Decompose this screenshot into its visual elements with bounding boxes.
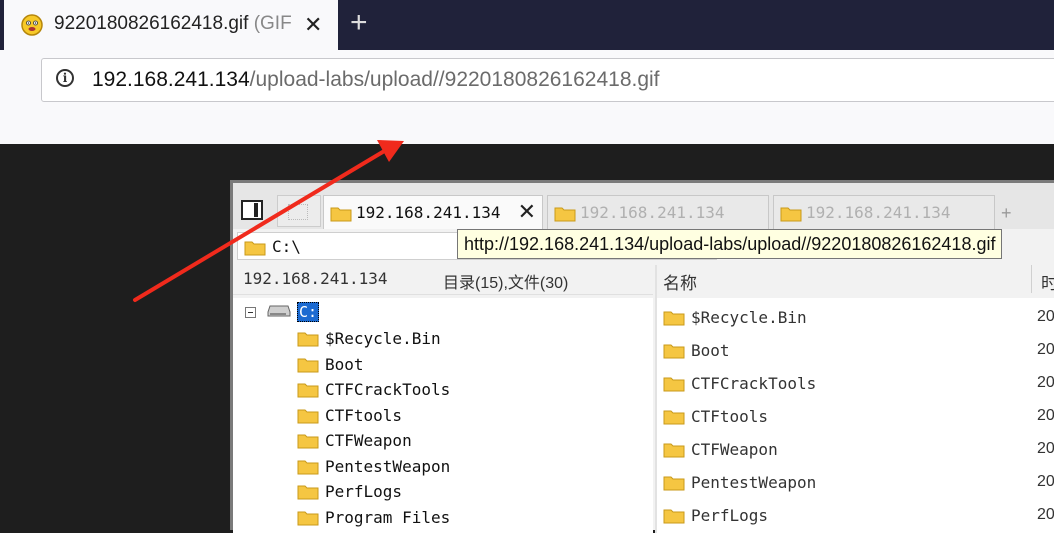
list-item-date: 20: [1037, 407, 1054, 424]
list-item[interactable]: PentestWeapon 20: [663, 468, 1054, 498]
file-explorer-image: 192.168.241.134 ✕ 192.168.241.134 192.16…: [230, 180, 1054, 533]
folder-icon: [297, 434, 319, 449]
tree-item-label: PentestWeapon: [325, 457, 451, 476]
blank-tab-button[interactable]: [277, 195, 321, 227]
explorer-tab-1[interactable]: 192.168.241.134 ✕: [323, 195, 543, 229]
list-item[interactable]: Boot 20: [663, 336, 1054, 366]
drive-icon: [267, 305, 291, 317]
browser-tab-active[interactable]: 9220180826162418.gif (GIF ✕: [4, 0, 338, 50]
folder-icon: [297, 485, 319, 500]
explorer-add-tab-button[interactable]: +: [1001, 203, 1012, 224]
tree-item-label: $Recycle.Bin: [325, 329, 441, 348]
file-list: $Recycle.Bin 20 Boot 20 CTFCrackTools 20…: [657, 298, 1054, 533]
url-tooltip: http://192.168.241.134/upload-labs/uploa…: [457, 229, 1003, 259]
explorer-tab-label: 192.168.241.134: [356, 203, 501, 222]
list-item[interactable]: CTFWeapon 20: [663, 435, 1054, 465]
folder-icon: [297, 383, 319, 398]
drive-c-label[interactable]: C:: [297, 302, 320, 322]
column-header-time[interactable]: 时: [1041, 269, 1054, 294]
list-item-name: PentestWeapon: [691, 473, 817, 492]
left-pane-separator: [233, 294, 653, 295]
list-item-date: 20: [1037, 308, 1054, 325]
list-item[interactable]: $Recycle.Bin 20: [663, 303, 1054, 333]
explorer-tab-3[interactable]: 192.168.241.134: [773, 195, 995, 229]
url-path: /upload-labs/upload//9220180826162418.gi…: [249, 68, 660, 91]
folder-icon: [663, 509, 685, 524]
tree-item-label: Boot: [325, 355, 364, 374]
folder-icon: [297, 511, 319, 526]
tree-item-label: CTFWeapon: [325, 431, 412, 450]
panel-layout-icon[interactable]: [241, 200, 263, 220]
tree-item-label: CTFCrackTools: [325, 380, 451, 399]
tab-title-filename: 9220180826162418.gif: [54, 13, 249, 34]
folder-icon: [663, 377, 685, 392]
folder-icon: [297, 358, 319, 373]
folder-icon: [297, 460, 319, 475]
left-pane-host: 192.168.241.134: [243, 269, 388, 288]
explorer-tab-2[interactable]: 192.168.241.134: [547, 195, 769, 229]
list-item-date: 20: [1037, 374, 1054, 391]
url-text[interactable]: 192.168.241.134/upload-labs/upload//9220…: [92, 68, 660, 92]
folder-icon: [297, 332, 319, 347]
emoji-face-icon: [21, 14, 43, 36]
list-item[interactable]: CTFtools 20: [663, 402, 1054, 432]
info-icon[interactable]: i: [56, 69, 74, 87]
folder-icon: [554, 207, 576, 222]
list-item-date: 20: [1037, 440, 1054, 457]
folder-icon: [663, 344, 685, 359]
list-item-date: 20: [1037, 473, 1054, 490]
folder-icon: [244, 241, 266, 256]
folder-icon: [330, 207, 352, 222]
tree-item-label: Program Files: [325, 508, 451, 527]
tab-title: 9220180826162418.gif (GIF: [54, 13, 304, 35]
folder-icon: [297, 409, 319, 424]
list-item-name: PerfLogs: [691, 506, 769, 525]
list-item-name: CTFCrackTools: [691, 374, 817, 393]
list-item-name: CTFWeapon: [691, 440, 778, 459]
list-item-name: $Recycle.Bin: [691, 308, 807, 327]
collapse-toggle-icon[interactable]: [245, 307, 256, 318]
tree-item-label: CTFtools: [325, 406, 403, 425]
folder-icon: [780, 207, 802, 222]
tree-item-label: PerfLogs: [325, 482, 403, 501]
browser-nav-bar: i 192.168.241.134/upload-labs/upload//92…: [0, 50, 1054, 144]
tab-title-mime: (GIF: [253, 13, 292, 34]
list-item-date: 20: [1037, 341, 1054, 358]
left-pane-count: 目录(15),文件(30): [443, 275, 569, 292]
list-item-date: 20: [1037, 506, 1054, 523]
list-item-name: Boot: [691, 341, 730, 360]
url-host: 192.168.241.134: [92, 68, 250, 91]
folder-icon: [663, 311, 685, 326]
close-icon[interactable]: ✕: [518, 199, 536, 225]
explorer-address-text: C:\: [272, 237, 301, 256]
tab-close-icon[interactable]: ✕: [304, 12, 322, 38]
new-tab-button[interactable]: +: [350, 6, 368, 40]
folder-icon: [663, 476, 685, 491]
explorer-tab-label: 192.168.241.134: [806, 203, 951, 222]
folder-icon: [663, 410, 685, 425]
browser-tab-bar: 9220180826162418.gif (GIF ✕ +: [0, 0, 1054, 50]
folder-tree: C: $Recycle.Bin Boot CTFCrackTools CTFto…: [233, 298, 653, 533]
list-item[interactable]: CTFCrackTools 20: [663, 369, 1054, 399]
column-separator[interactable]: [1031, 265, 1032, 293]
list-item[interactable]: PerfLogs 20: [663, 501, 1054, 531]
explorer-tab-bar: 192.168.241.134 ✕ 192.168.241.134 192.16…: [233, 183, 1054, 229]
explorer-tab-label: 192.168.241.134: [580, 203, 725, 222]
url-bar[interactable]: i 192.168.241.134/upload-labs/upload//92…: [41, 58, 1054, 102]
list-item-name: CTFtools: [691, 407, 769, 426]
folder-icon: [663, 443, 685, 458]
column-header-name[interactable]: 名称: [663, 269, 697, 294]
